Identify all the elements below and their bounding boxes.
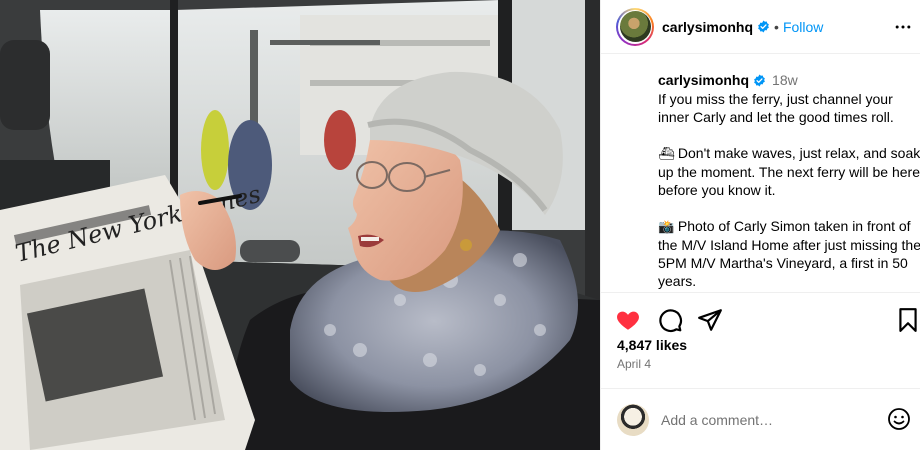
follow-button[interactable]: Follow — [783, 19, 823, 35]
author-username[interactable]: carlysimonhq — [662, 19, 753, 35]
verified-badge-icon — [758, 20, 769, 33]
header-separator: • — [774, 18, 779, 35]
ferry-emoji: ⛴ — [658, 146, 675, 161]
post-caption: carlysimonhq 18w If you miss the ferry, … — [617, 70, 920, 290]
current-user-avatar — [617, 403, 649, 436]
comment-bar — [601, 388, 920, 450]
verified-badge-icon — [754, 74, 765, 86]
more-options-icon[interactable] — [893, 17, 913, 37]
emoji-icon[interactable] — [887, 407, 911, 431]
caption-text: If you miss the ferry, just channel your… — [658, 90, 920, 290]
likes-count[interactable]: 4,847 likes — [617, 337, 687, 353]
caption-paragraph-text: Photo of Carly Simon taken in front of t… — [658, 218, 920, 289]
caption-paragraph-text: Don't make waves, just relax, and soak u… — [658, 145, 920, 198]
photo-illustration: The New York Times — [0, 0, 600, 450]
post-photo[interactable]: The New York Times — [0, 0, 600, 450]
caption-paragraph-text: If you miss the ferry, just channel your… — [658, 91, 894, 125]
caption-username[interactable]: carlysimonhq — [658, 72, 749, 88]
camera-emoji: 📸 — [658, 219, 675, 234]
bookmark-icon[interactable] — [895, 307, 920, 333]
post-header: carlysimonhq • Follow — [601, 0, 920, 54]
caption-paragraph: If you miss the ferry, just channel your… — [658, 90, 920, 126]
comment-icon[interactable] — [657, 307, 683, 333]
post-side-panel: carlysimonhq • Follow carlysimonhq 18w I… — [600, 0, 920, 450]
heart-icon[interactable] — [615, 307, 641, 333]
post-date[interactable]: April 4 — [617, 357, 651, 371]
caption-paragraph: 📸 Photo of Carly Simon taken in front of… — [658, 217, 920, 290]
post-time-ago[interactable]: 18w — [772, 72, 798, 88]
comment-input[interactable] — [661, 411, 876, 428]
author-avatar[interactable] — [616, 7, 654, 46]
caption-paragraph: ⛴ Don't make waves, just relax, and soak… — [658, 144, 920, 199]
share-icon[interactable] — [697, 307, 723, 333]
